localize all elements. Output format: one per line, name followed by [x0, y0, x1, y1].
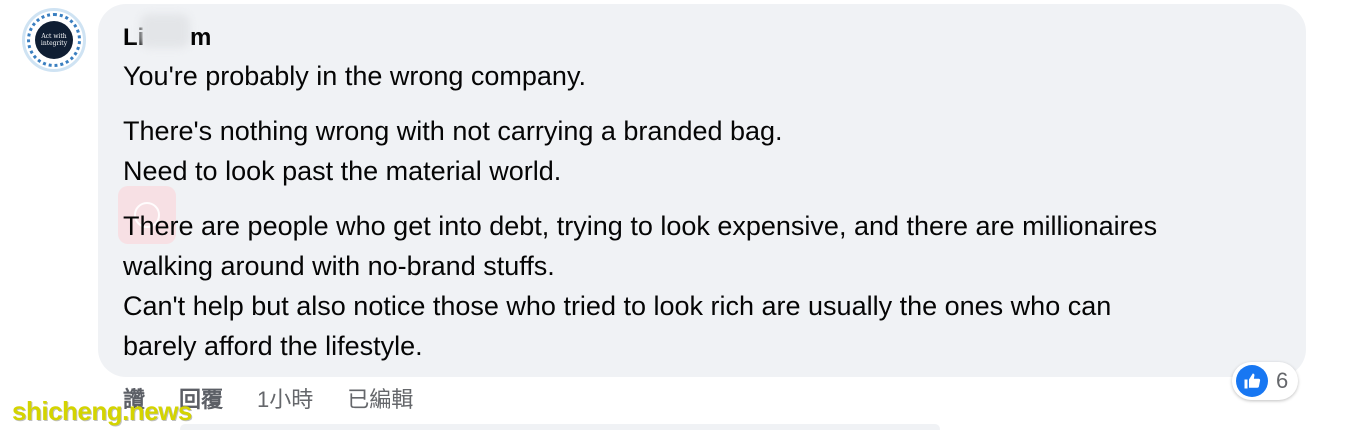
- comment-page: Act with integrity Li m You're probably …: [0, 0, 1346, 430]
- comment-paragraph-2: There's nothing wrong with not carrying …: [123, 111, 783, 191]
- comment-line: There are people who get into debt, tryi…: [123, 211, 1158, 241]
- author-name-end[interactable]: m: [190, 24, 211, 52]
- comment-line: There's nothing wrong with not carrying …: [123, 116, 783, 146]
- timestamp[interactable]: 1小時: [257, 382, 313, 414]
- avatar[interactable]: Act with integrity: [22, 8, 86, 72]
- thumbs-up-icon: [1236, 365, 1268, 397]
- reaction-count: 6: [1276, 368, 1289, 393]
- comment-line: You're probably in the wrong company.: [123, 61, 586, 91]
- comment-paragraph-1: You're probably in the wrong company.: [123, 56, 586, 96]
- comment-line: walking around with no-brand stuffs.: [123, 251, 555, 281]
- comment-line: Can't help but also notice those who tri…: [123, 291, 1112, 321]
- comment-paragraph-3: There are people who get into debt, tryi…: [123, 206, 1157, 366]
- edited-label: 已編輯: [347, 387, 414, 412]
- avatar-logo-text: Act with integrity: [35, 21, 73, 59]
- comment-line: barely afford the lifestyle.: [123, 331, 423, 361]
- comment-line: Need to look past the material world.: [123, 156, 562, 186]
- author-name-blur: [140, 14, 190, 48]
- next-comment-bubble-edge: [180, 424, 940, 430]
- reaction-summary[interactable]: 6: [1232, 362, 1299, 400]
- site-watermark: shicheng.news: [12, 396, 192, 426]
